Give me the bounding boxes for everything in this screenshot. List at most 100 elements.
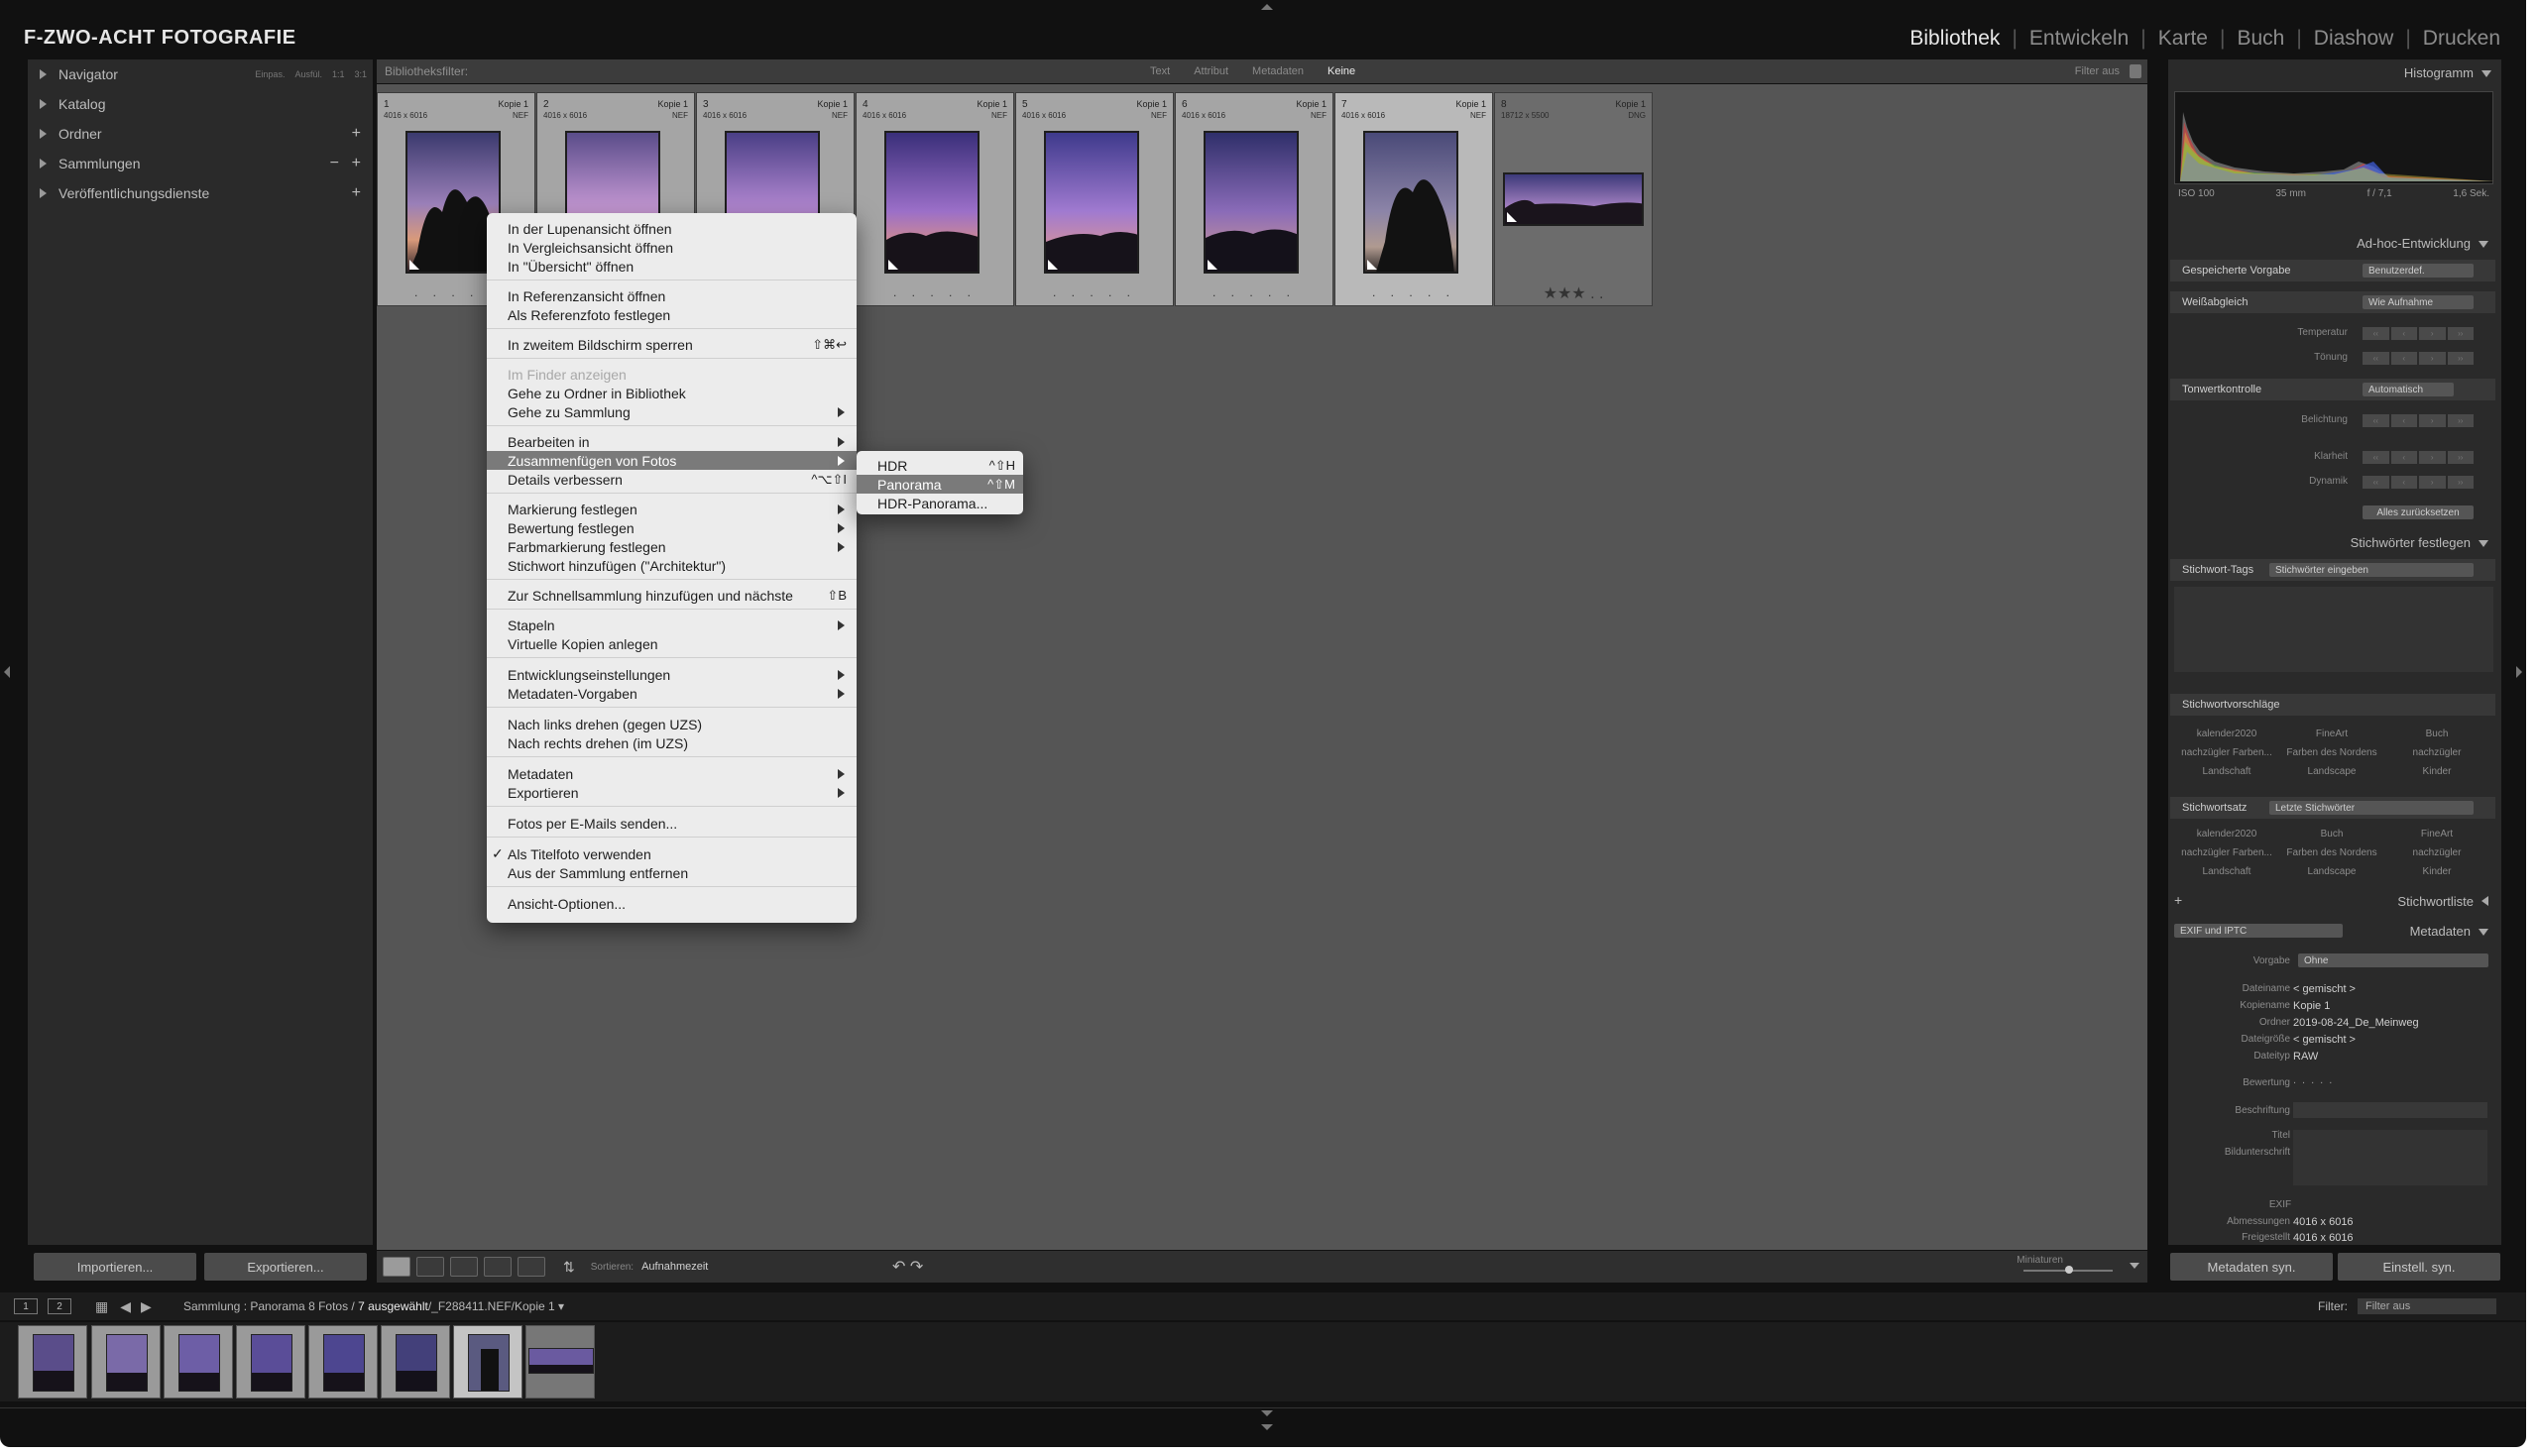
top-panel-toggle-icon[interactable] [1261,4,1273,10]
keyword-suggestion[interactable]: kalender2020 [2174,728,2279,739]
sort-select[interactable]: Aufnahmezeit [641,1261,708,1273]
copy-name-value[interactable]: Kopie 1 [2293,1000,2330,1012]
filmstrip-thumb[interactable] [18,1325,87,1399]
vibrance-stepper[interactable]: ‹‹ ‹ › ›› [2363,476,2474,489]
zoom-1-1[interactable]: 1:1 [332,69,345,79]
keyword-set-item[interactable]: Buch [2279,829,2384,840]
menu-item-remove-from-collection[interactable]: Aus der Sammlung entfernen [487,863,857,882]
survey-view-icon[interactable] [484,1257,512,1277]
menu-item-open-reference[interactable]: In Referenzansicht öffnen [487,286,857,305]
metadata-preset-select[interactable]: Ohne [2298,953,2488,967]
menu-item-open-survey[interactable]: In "Übersicht" öffnen [487,257,857,276]
menu-item-rotate-right[interactable]: Nach rechts drehen (im UZS) [487,733,857,752]
filmstrip-source[interactable]: Sammlung : Panorama 8 Fotos / 7 ausgewäh… [183,1299,564,1313]
cell-rating[interactable]: . . . . . [857,285,1013,299]
navigator-header[interactable]: Navigator Einpas. Ausfül. 1:1 3:1 [28,59,373,89]
keyword-suggestion[interactable]: Landscape [2279,766,2384,777]
import-button[interactable]: Importieren... [34,1253,196,1281]
menu-item-metadata-presets[interactable]: Metadaten-Vorgaben [487,684,857,703]
people-view-icon[interactable] [518,1257,545,1277]
menu-item-lock-second-screen[interactable]: In zweitem Bildschirm sperren ⇧⌘↩ [487,335,857,354]
keyword-suggestion[interactable]: FineArt [2279,728,2384,739]
module-develop[interactable]: Entwickeln [2018,27,2140,51]
menu-item-develop-settings[interactable]: Entwicklungseinstellungen [487,665,857,684]
filter-none[interactable]: Keine [1327,65,1355,77]
right-panel-toggle-icon[interactable] [2516,666,2522,678]
grid-view-icon[interactable] [383,1257,410,1277]
filter-attribute[interactable]: Attribut [1194,65,1228,77]
keyword-suggestion[interactable]: Buch [2384,728,2489,739]
rotate-icons[interactable]: ↶ ↷ [892,1257,923,1277]
menu-item-enhance-details[interactable]: Details verbessern ^⌥⇧I [487,470,857,489]
auto-tone-button[interactable]: Automatisch [2363,383,2454,396]
cell-rating[interactable]: . . . . . [1016,285,1173,299]
photo-thumbnail[interactable] [1044,131,1139,274]
panorama-thumbnail[interactable] [1503,172,1644,226]
menu-item-quick-collection[interactable]: Zur Schnellsammlung hinzufügen und nächs… [487,586,857,605]
keyword-suggestion[interactable]: Landschaft [2174,766,2279,777]
keyword-set-item[interactable]: nachzügler Farben... [2174,847,2279,858]
menu-item-go-to-collection[interactable]: Gehe zu Sammlung [487,402,857,421]
photo-thumbnail[interactable] [1363,131,1458,274]
rating-stars[interactable]: ..... [2293,1074,2338,1086]
submenu-item-hdr[interactable]: HDR ^⇧H [857,456,1023,475]
menu-item-open-compare[interactable]: In Vergleichsansicht öffnen [487,238,857,257]
menu-item-go-to-folder[interactable]: Gehe zu Ordner in Bibliothek [487,384,857,402]
menu-item-virtual-copies[interactable]: Virtuelle Kopien anlegen [487,634,857,653]
menu-item-edit-in[interactable]: Bearbeiten in [487,432,857,451]
keyword-list-header[interactable]: Stichwortliste [2397,894,2488,909]
menu-item-set-reference[interactable]: Als Referenzfoto festlegen [487,305,857,324]
sync-metadata-button[interactable]: Metadaten syn. [2170,1253,2333,1281]
sort-direction-icon[interactable]: ⇅ [563,1259,575,1276]
keywording-header[interactable]: Stichwörter festlegen [2351,535,2488,550]
main-monitor-button[interactable]: 1 [14,1298,38,1314]
cell-rating[interactable]: . . . . . [1335,285,1492,299]
module-map[interactable]: Karte [2146,27,2220,51]
tint-stepper[interactable]: ‹‹ ‹ › ›› [2363,352,2474,365]
menu-item-set-cover-photo[interactable]: ✓ Als Titelfoto verwenden [487,844,857,863]
menu-item-set-rating[interactable]: Bewertung festlegen [487,518,857,537]
module-slideshow[interactable]: Diashow [2302,27,2406,51]
filmstrip-thumb[interactable] [164,1325,233,1399]
menu-item-add-keyword[interactable]: Stichwort hinzufügen ("Architektur") [487,556,857,575]
keyword-tags-select[interactable]: Stichwörter eingeben [2269,563,2474,577]
keyword-set-item[interactable]: FineArt [2384,829,2489,840]
filmstrip-thumb[interactable] [308,1325,378,1399]
keyword-entry-area[interactable] [2174,587,2493,672]
filmstrip-thumb[interactable] [236,1325,305,1399]
grid-icon[interactable]: ▦ [95,1298,108,1315]
second-monitor-button[interactable]: 2 [48,1298,71,1314]
compare-view-icon[interactable] [450,1257,478,1277]
saved-preset-select[interactable]: Benutzerdef. [2363,264,2474,278]
keyword-set-item[interactable]: kalender2020 [2174,829,2279,840]
module-book[interactable]: Buch [2225,27,2296,51]
grid-cell[interactable]: 5 4016 x 6016 Kopie 1 NEF . . . . . [1015,92,1174,306]
metadata-header[interactable]: Metadaten [2410,924,2488,939]
catalog-header[interactable]: Katalog [28,89,373,119]
grid-cell[interactable]: 8 18712 x 5500 Kopie 1 DNG ★★★ . . [1494,92,1653,306]
filmstrip-thumb[interactable] [91,1325,161,1399]
clarity-stepper[interactable]: ‹‹ ‹ › ›› [2363,451,2474,464]
reset-all-button[interactable]: Alles zurücksetzen [2363,505,2474,519]
menu-item-email-photos[interactable]: Fotos per E-Mails senden... [487,814,857,833]
submenu-item-hdr-panorama[interactable]: HDR-Panorama... [857,494,1023,512]
add-publish-service-icon[interactable]: + [352,184,361,202]
filmstrip-toggle-icon[interactable] [1261,1410,1273,1416]
publish-services-header[interactable]: Veröffentlichungsdienste + [28,178,373,208]
keyword-set-item[interactable]: Landschaft [2174,866,2279,877]
zoom-fit[interactable]: Einpas. [255,69,285,79]
menu-item-view-options[interactable]: Ansicht-Optionen... [487,894,857,913]
photo-thumbnail[interactable] [884,131,980,274]
back-arrow-icon[interactable]: ◀ [120,1298,131,1315]
export-button[interactable]: Exportieren... [204,1253,367,1281]
cell-rating[interactable]: . . . . . [1176,285,1332,299]
menu-item-rotate-left[interactable]: Nach links drehen (gegen UZS) [487,715,857,733]
keyword-set-select[interactable]: Letzte Stichwörter [2269,801,2474,815]
loupe-view-icon[interactable] [416,1257,444,1277]
forward-arrow-icon[interactable]: ▶ [141,1298,152,1315]
menu-item-stacking[interactable]: Stapeln [487,616,857,634]
exposure-stepper[interactable]: ‹‹ ‹ › ›› [2363,414,2474,427]
grid-cell[interactable]: 4 4016 x 6016 Kopie 1 NEF . . . . . [856,92,1014,306]
keyword-set-item[interactable]: nachzügler [2384,847,2489,858]
folders-header[interactable]: Ordner + [28,119,373,149]
